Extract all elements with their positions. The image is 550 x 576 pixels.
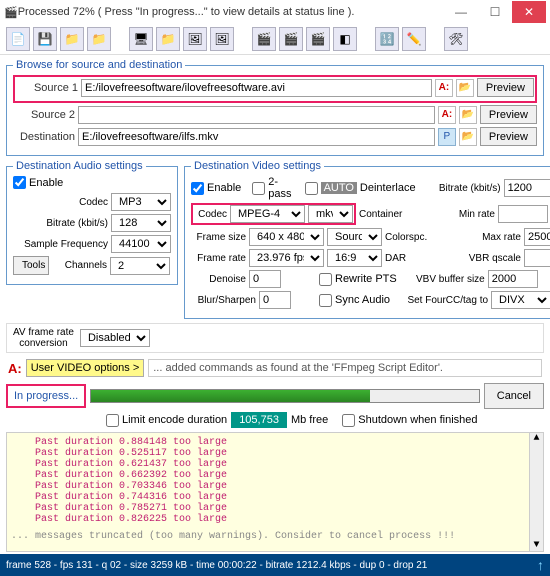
denoise-input[interactable] — [249, 270, 281, 288]
auto-check[interactable] — [305, 182, 318, 195]
mb-free-value: 105,753 — [231, 412, 287, 428]
video-fieldset: Destination Video settings Enable 2-pass… — [184, 160, 550, 319]
preview2-button[interactable]: Preview — [480, 105, 537, 124]
user-video-opts-button[interactable]: User VIDEO options > — [26, 359, 145, 377]
audio-fieldset: Destination Audio settings Enable CodecM… — [6, 160, 178, 285]
image2-icon[interactable]: 🖼 — [210, 27, 234, 51]
minimize-button[interactable]: — — [444, 1, 478, 23]
statusbar: frame 528 - fps 131 - q 02 - size 3259 k… — [0, 554, 550, 576]
fourcc-select[interactable]: DIVX — [491, 291, 550, 309]
layout-icon[interactable]: ◧ — [333, 27, 357, 51]
tools-icon[interactable]: 🛠 — [444, 27, 468, 51]
status-text: frame 528 - fps 131 - q 02 - size 3259 k… — [6, 560, 427, 571]
maximize-button[interactable]: ☐ — [478, 1, 512, 23]
save-icon[interactable]: 💾 — [33, 27, 57, 51]
preview-dest-button[interactable]: Preview — [480, 127, 537, 146]
monitor-icon[interactable]: 🖥 — [129, 27, 153, 51]
video3-icon[interactable]: 🎬 — [306, 27, 330, 51]
log-panel: Past duration 0.884148 too large Past du… — [6, 432, 544, 552]
status-arrow-icon: ↑ — [537, 557, 544, 573]
framesize-select[interactable]: 640 x 480 — [249, 228, 324, 246]
open2-icon[interactable]: 📁 — [87, 27, 111, 51]
open-icon[interactable]: 📁 — [60, 27, 84, 51]
browse2-icon[interactable]: 📂 — [459, 106, 477, 124]
browse-dest-icon[interactable]: 📂 — [459, 128, 477, 146]
in-progress-button[interactable]: In progress... — [6, 384, 86, 408]
twopass-check[interactable] — [252, 182, 265, 195]
log-truncation-msg: ... messages truncated (too many warning… — [11, 531, 539, 542]
new-icon[interactable]: 📄 — [6, 27, 30, 51]
folder-icon[interactable]: 📁 — [156, 27, 180, 51]
log-line: Past duration 0.703346 too large — [11, 481, 539, 492]
video-bitrate-input[interactable] — [504, 179, 550, 197]
blur-input[interactable] — [259, 291, 291, 309]
audio-bitrate-select[interactable]: 128 — [111, 214, 171, 232]
edit-icon[interactable]: ✏️ — [402, 27, 426, 51]
audio-legend: Destination Audio settings — [13, 160, 146, 172]
log-line: Past duration 0.621437 too large — [11, 459, 539, 470]
a2-icon[interactable]: A: — [438, 106, 456, 124]
audio-codec-select[interactable]: MP3 — [111, 193, 171, 211]
preview1-button[interactable]: Preview — [477, 78, 534, 97]
a-icon[interactable]: A: — [435, 79, 453, 97]
audio-enable-check[interactable] — [13, 176, 26, 189]
log-line: Past duration 0.785271 too large — [11, 503, 539, 514]
vbv-input[interactable] — [488, 270, 538, 288]
vbr-input[interactable] — [524, 249, 550, 267]
tools-button[interactable]: Tools — [13, 256, 49, 275]
audio-channels-select[interactable]: 2 — [110, 257, 170, 275]
audio-sample-select[interactable]: 44100 — [111, 235, 171, 253]
aspect-select[interactable]: 16:9 — [327, 249, 382, 267]
a-badge: A: — [8, 361, 22, 376]
framesize-src-select[interactable]: Source — [327, 228, 382, 246]
app-icon: 🎬 — [4, 6, 18, 19]
log-line: Past duration 0.884148 too large — [11, 437, 539, 448]
toolbar: 📄 💾 📁 📁 🖥 📁 🖼 🖼 🎬 🎬 🎬 ◧ 🔢 ✏️ 🛠 — [0, 24, 550, 55]
log-line: Past duration 0.525117 too large — [11, 448, 539, 459]
video2-icon[interactable]: 🎬 — [279, 27, 303, 51]
sync-check[interactable] — [319, 294, 332, 307]
opts-text: ... added commands as found at the 'FFmp… — [148, 359, 542, 377]
framerate-select[interactable]: 23.976 fps — [249, 249, 324, 267]
number-icon[interactable]: 🔢 — [375, 27, 399, 51]
limit-check[interactable] — [106, 414, 119, 427]
close-button[interactable]: ✕ — [512, 1, 546, 23]
p-icon[interactable]: P — [438, 128, 456, 146]
browse1-icon[interactable]: 📂 — [456, 79, 474, 97]
video-codec-select[interactable]: MPEG-4 — [230, 205, 305, 223]
log-line: Past duration 0.662392 too large — [11, 470, 539, 481]
browse-fieldset: Browse for source and destination Source… — [6, 59, 544, 156]
source1-input[interactable] — [81, 79, 432, 97]
title-text: Processed 72% ( Press "In progress..." t… — [18, 6, 444, 18]
minrate-input[interactable] — [498, 205, 548, 223]
rewrite-check[interactable] — [319, 273, 332, 286]
video-legend: Destination Video settings — [191, 160, 324, 172]
source2-input[interactable] — [78, 106, 435, 124]
image1-icon[interactable]: 🖼 — [183, 27, 207, 51]
log-line: Past duration 0.744316 too large — [11, 492, 539, 503]
browse-legend: Browse for source and destination — [13, 59, 185, 71]
cancel-button[interactable]: Cancel — [484, 383, 544, 409]
source2-label: Source 2 — [13, 109, 75, 121]
shutdown-check[interactable] — [342, 414, 355, 427]
source1-label: Source 1 — [16, 82, 78, 94]
dest-input[interactable] — [78, 128, 435, 146]
avframe-select[interactable]: Disabled — [80, 329, 150, 347]
video-enable-check[interactable] — [191, 182, 204, 195]
titlebar: 🎬 Processed 72% ( Press "In progress..."… — [0, 0, 550, 24]
log-line: Past duration 0.826225 too large — [11, 514, 539, 525]
avframe-panel: AV frame rate conversion Disabled — [6, 323, 544, 353]
progress-bar — [90, 389, 480, 403]
maxrate-input[interactable] — [524, 228, 550, 246]
log-scrollbar[interactable]: ▲▼ — [529, 433, 543, 551]
dest-label: Destination — [13, 131, 75, 143]
video1-icon[interactable]: 🎬 — [252, 27, 276, 51]
container-select[interactable]: mkv — [308, 205, 353, 223]
